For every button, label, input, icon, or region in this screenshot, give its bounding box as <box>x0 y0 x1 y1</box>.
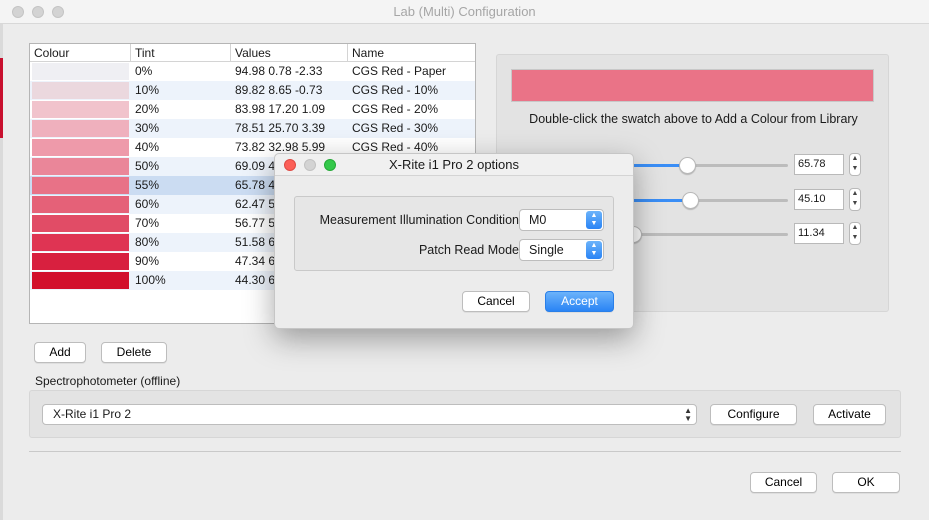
table-row[interactable]: 20% 83.98 17.20 1.09 CGS Red - 20% <box>30 100 475 119</box>
values-cell: 94.98 0.78 -2.33 <box>235 64 323 78</box>
background-window-edge-accent <box>0 58 3 138</box>
tint-cell: 90% <box>135 254 160 268</box>
configure-button[interactable]: Configure <box>710 404 797 425</box>
slider-b[interactable] <box>625 226 788 243</box>
dialog-titlebar: X-Rite i1 Pro 2 options <box>275 154 633 176</box>
patch-read-mode-label: Patch Read Mode <box>418 243 519 257</box>
values-cell: 56.77 5 <box>235 216 276 230</box>
values-cell: 44.30 6 <box>235 273 276 287</box>
slider-a-knob[interactable] <box>682 192 700 209</box>
name-cell: CGS Red - Paper <box>352 64 447 78</box>
column-header-values[interactable]: Values <box>230 44 347 62</box>
name-cell: CGS Red - 20% <box>352 102 439 116</box>
tint-cell: 40% <box>135 140 160 154</box>
tint-cell: 30% <box>135 121 160 135</box>
slider-l-knob[interactable] <box>679 157 697 174</box>
values-cell: 47.34 6 <box>235 254 276 268</box>
colour-swatch <box>32 158 129 175</box>
dialog-accept-button[interactable]: Accept <box>545 291 614 312</box>
values-cell: 89.82 8.65 -0.73 <box>235 83 323 97</box>
colour-swatch <box>32 215 129 232</box>
tint-cell: 55% <box>135 178 160 192</box>
colour-swatch <box>32 253 129 270</box>
l-value-stepper[interactable]: ▲ ▼ <box>849 153 861 176</box>
name-cell: CGS Red - 30% <box>352 121 439 135</box>
tint-cell: 70% <box>135 216 160 230</box>
table-row[interactable]: 10% 89.82 8.65 -0.73 CGS Red - 10% <box>30 81 475 100</box>
swatch-hint-text: Double-click the swatch above to Add a C… <box>529 112 858 126</box>
column-header-name[interactable]: Name <box>347 44 475 62</box>
table-row[interactable]: 30% 78.51 25.70 3.39 CGS Red - 30% <box>30 119 475 138</box>
tint-cell: 20% <box>135 102 160 116</box>
chevron-updown-icon: ▲ ▼ <box>586 241 602 259</box>
minimize-dialog-icon <box>304 159 316 171</box>
b-value-stepper[interactable]: ▲ ▼ <box>849 222 861 245</box>
colour-swatch <box>32 101 129 118</box>
delete-button[interactable]: Delete <box>101 342 167 363</box>
footer-divider <box>29 451 901 452</box>
column-header-tint[interactable]: Tint <box>130 44 230 62</box>
colour-swatch <box>32 234 129 251</box>
tint-cell: 50% <box>135 159 160 173</box>
dialog-title: X-Rite i1 Pro 2 options <box>388 157 520 172</box>
table-header: Colour Tint Values Name <box>30 44 475 62</box>
table-row[interactable]: 0% 94.98 0.78 -2.33 CGS Red - Paper <box>30 62 475 81</box>
zoom-window-icon[interactable] <box>52 6 64 18</box>
values-cell: 62.47 5 <box>235 197 276 211</box>
name-cell: CGS Red - 10% <box>352 83 439 97</box>
values-cell: 83.98 17.20 1.09 <box>235 102 326 116</box>
device-select-value: X-Rite i1 Pro 2 <box>53 407 132 421</box>
tint-cell: 100% <box>135 273 166 287</box>
l-value-field[interactable]: 65.78 <box>794 154 844 175</box>
ok-button[interactable]: OK <box>832 472 900 493</box>
activate-button[interactable]: Activate <box>813 404 886 425</box>
device-options-dialog: X-Rite i1 Pro 2 options Measurement Illu… <box>274 153 634 329</box>
values-cell: 69.09 4 <box>235 159 276 173</box>
tint-cell: 10% <box>135 83 160 97</box>
dialog-options-box: Measurement Illumination Condition M0 ▲ ▼… <box>294 196 614 271</box>
cancel-button[interactable]: Cancel <box>750 472 817 493</box>
colour-swatch <box>32 272 129 289</box>
patch-read-mode-value: Single <box>529 243 564 257</box>
spectrophotometer-label: Spectrophotometer (offline) <box>35 374 181 388</box>
tint-cell: 0% <box>135 64 153 78</box>
add-button[interactable]: Add <box>34 342 86 363</box>
spectrophotometer-panel: X-Rite i1 Pro 2 ▲ ▼ Configure Activate <box>29 390 901 438</box>
patch-read-mode-select[interactable]: Single ▲ ▼ <box>519 239 604 261</box>
slider-a[interactable] <box>633 192 788 209</box>
a-value-field[interactable]: 45.10 <box>794 189 844 210</box>
colour-swatch <box>32 82 129 99</box>
a-value-stepper[interactable]: ▲ ▼ <box>849 188 861 211</box>
slider-l[interactable] <box>633 157 788 174</box>
colour-swatch <box>32 196 129 213</box>
chevron-updown-icon: ▲ ▼ <box>684 406 692 423</box>
close-dialog-icon[interactable] <box>284 159 296 171</box>
zoom-dialog-icon[interactable] <box>324 159 336 171</box>
colour-swatch-preview[interactable] <box>511 69 874 102</box>
colour-swatch <box>32 177 129 194</box>
tint-cell: 60% <box>135 197 160 211</box>
window-titlebar: Lab (Multi) Configuration <box>0 0 929 24</box>
chevron-updown-icon: ▲ ▼ <box>586 211 602 229</box>
values-cell: 51.58 6 <box>235 235 276 249</box>
colour-swatch <box>32 120 129 137</box>
illumination-label: Measurement Illumination Condition <box>319 213 519 227</box>
tint-cell: 80% <box>135 235 160 249</box>
device-select[interactable]: X-Rite i1 Pro 2 ▲ ▼ <box>42 404 697 425</box>
window-title: Lab (Multi) Configuration <box>393 4 536 19</box>
illumination-select-value: M0 <box>529 213 547 227</box>
minimize-window-icon[interactable] <box>32 6 44 18</box>
values-cell: 78.51 25.70 3.39 <box>235 121 326 135</box>
close-window-icon[interactable] <box>12 6 24 18</box>
dialog-cancel-button[interactable]: Cancel <box>462 291 530 312</box>
colour-swatch <box>32 139 129 156</box>
colour-swatch <box>32 63 129 80</box>
b-value-field[interactable]: 11.34 <box>794 223 844 244</box>
column-header-colour[interactable]: Colour <box>30 44 130 62</box>
values-cell: 65.78 4 <box>235 178 276 192</box>
illumination-select[interactable]: M0 ▲ ▼ <box>519 209 604 231</box>
